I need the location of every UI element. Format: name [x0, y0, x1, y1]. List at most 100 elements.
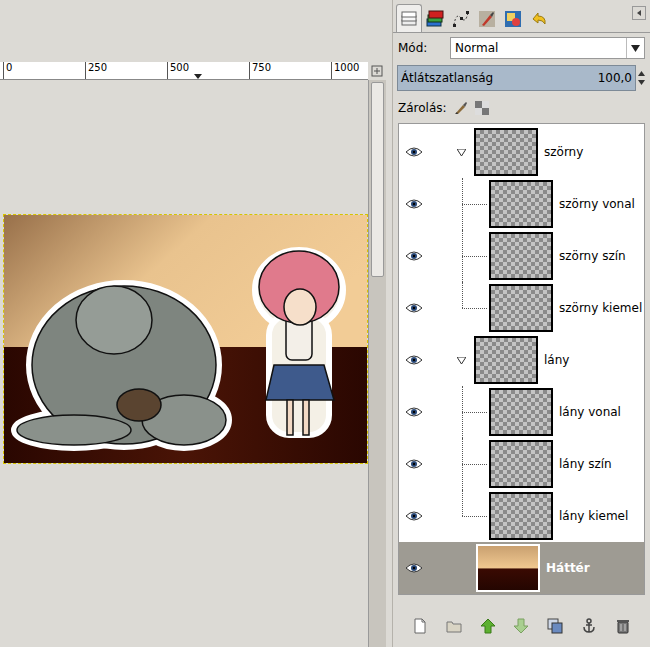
lock-alpha-checker-icon[interactable] [475, 101, 489, 115]
duplicate-layer-icon[interactable] [546, 617, 564, 635]
layers-icon [399, 9, 419, 29]
opacity-spinner[interactable] [636, 65, 646, 91]
layer-thumbnail [489, 440, 553, 488]
layer-thumbnail [489, 180, 553, 228]
visibility-toggle[interactable] [399, 386, 429, 438]
tree-lines [429, 386, 489, 438]
eye-icon [405, 458, 423, 470]
layer-row[interactable]: szörny szín [399, 230, 644, 282]
vertical-scrollbar[interactable] [368, 80, 386, 647]
dock-menu-button[interactable] [632, 6, 646, 20]
layer-name[interactable]: lány vonal [559, 403, 621, 421]
layers-dock: Mód: Normal Átlátszatlanság 100,0 Zárolá… [393, 0, 650, 647]
layer-name[interactable]: lány szín [559, 455, 612, 473]
mode-value: Normal [455, 39, 498, 57]
visibility-toggle[interactable] [399, 230, 429, 282]
pointer-marker [194, 74, 202, 79]
mode-dropdown[interactable]: Normal [450, 37, 645, 59]
ruler-tick: 1000 [331, 62, 368, 79]
layer-row[interactable]: lány [399, 334, 644, 386]
navigate-button[interactable] [368, 62, 386, 80]
dropdown-button[interactable] [626, 38, 644, 58]
horizontal-ruler[interactable]: 02505007501000 [0, 62, 368, 80]
canvas-top-area [0, 0, 386, 62]
layers-list[interactable]: szörny szörny vonal szörny szín szörny kiem… [398, 123, 645, 595]
expander-toggle[interactable] [457, 149, 466, 156]
ruler-tick: 0 [3, 62, 85, 79]
layer-row[interactable]: lány vonal [399, 386, 644, 438]
pane-separator[interactable] [386, 0, 393, 647]
layer-thumbnail [489, 232, 553, 280]
dock-tab[interactable] [474, 6, 500, 32]
spin-up-icon[interactable] [638, 71, 645, 76]
layer-name[interactable]: szörny [544, 143, 583, 161]
raise-layer-up-arrow-icon[interactable] [479, 617, 497, 635]
layer-row[interactable]: szörny kiemel [399, 282, 644, 334]
layer-thumbnail [489, 388, 553, 436]
layer-name[interactable]: szörny vonal [559, 195, 635, 213]
eye-icon [405, 302, 423, 314]
expander-toggle[interactable] [457, 357, 466, 364]
layer-row[interactable]: lány szín [399, 438, 644, 490]
new-group-folder-icon[interactable] [445, 617, 463, 635]
lock-pixels-brush-icon[interactable] [453, 100, 469, 116]
ruler-bar: 02505007501000 [0, 62, 386, 80]
visibility-toggle[interactable] [399, 282, 429, 334]
visibility-toggle[interactable] [399, 178, 429, 230]
expanded-triangle-icon [457, 149, 466, 156]
tree-line-vertical [462, 490, 463, 516]
expander[interactable] [429, 334, 474, 386]
layer-buttons-bar [393, 611, 650, 641]
layer-row[interactable]: szörny vonal [399, 178, 644, 230]
delete-layer-trash-icon[interactable] [614, 617, 632, 635]
layer-row[interactable]: lány kiemel [399, 490, 644, 542]
layer-row[interactable]: szörny [399, 126, 644, 178]
anchor-layer-icon[interactable] [580, 617, 598, 635]
paths-icon [451, 9, 471, 29]
mode-label: Mód: [398, 39, 450, 57]
layer-thumbnail [489, 284, 553, 332]
opacity-value: 100,0 [598, 69, 632, 87]
ruler-tick: 250 [85, 62, 167, 79]
eye-icon [405, 510, 423, 522]
lower-layer-down-arrow-icon[interactable] [512, 617, 530, 635]
dock-tab[interactable] [500, 6, 526, 32]
image-window: 02505007501000 [0, 0, 386, 647]
eye-icon [405, 250, 423, 262]
new-layer-icon[interactable] [411, 617, 429, 635]
layer-name[interactable]: szörny szín [559, 247, 626, 265]
layer-name[interactable]: Háttér [546, 559, 590, 577]
opacity-row: Átlátszatlanság 100,0 [397, 65, 646, 91]
scrollbar-thumb[interactable] [371, 82, 384, 277]
canvas-area[interactable] [0, 80, 368, 647]
pointer-triangle-icon [194, 74, 202, 79]
layer-name[interactable]: szörny kiemel [559, 299, 642, 317]
dock-tab[interactable] [448, 6, 474, 32]
eye-icon [405, 146, 423, 158]
dock-tab[interactable] [396, 4, 422, 32]
expander[interactable] [429, 126, 474, 178]
dock-tab[interactable] [526, 6, 552, 32]
visibility-toggle[interactable] [399, 126, 429, 178]
layer-name[interactable]: lány [544, 351, 569, 369]
opacity-label: Átlátszatlanság [401, 69, 493, 87]
dock-tab[interactable] [422, 6, 448, 32]
opacity-slider[interactable]: Átlátszatlanság 100,0 [397, 65, 636, 91]
eye-icon [405, 198, 423, 210]
eye-icon [405, 562, 423, 574]
layer-row[interactable]: Háttér [399, 542, 644, 594]
tree-line-horizontal [462, 464, 487, 465]
visibility-toggle[interactable] [399, 490, 429, 542]
ruler-tick: 750 [249, 62, 331, 79]
image-canvas[interactable] [4, 215, 367, 463]
visibility-toggle[interactable] [399, 438, 429, 490]
layer-name[interactable]: lány kiemel [559, 507, 628, 525]
layer-thumbnail [476, 544, 540, 592]
visibility-toggle[interactable] [399, 334, 429, 386]
spin-down-icon[interactable] [638, 80, 645, 85]
document-history-icon [503, 9, 523, 29]
tree-lines [429, 438, 489, 490]
visibility-toggle[interactable] [399, 542, 429, 594]
artwork-illustration-icon [4, 215, 367, 463]
layer-thumbnail [489, 492, 553, 540]
